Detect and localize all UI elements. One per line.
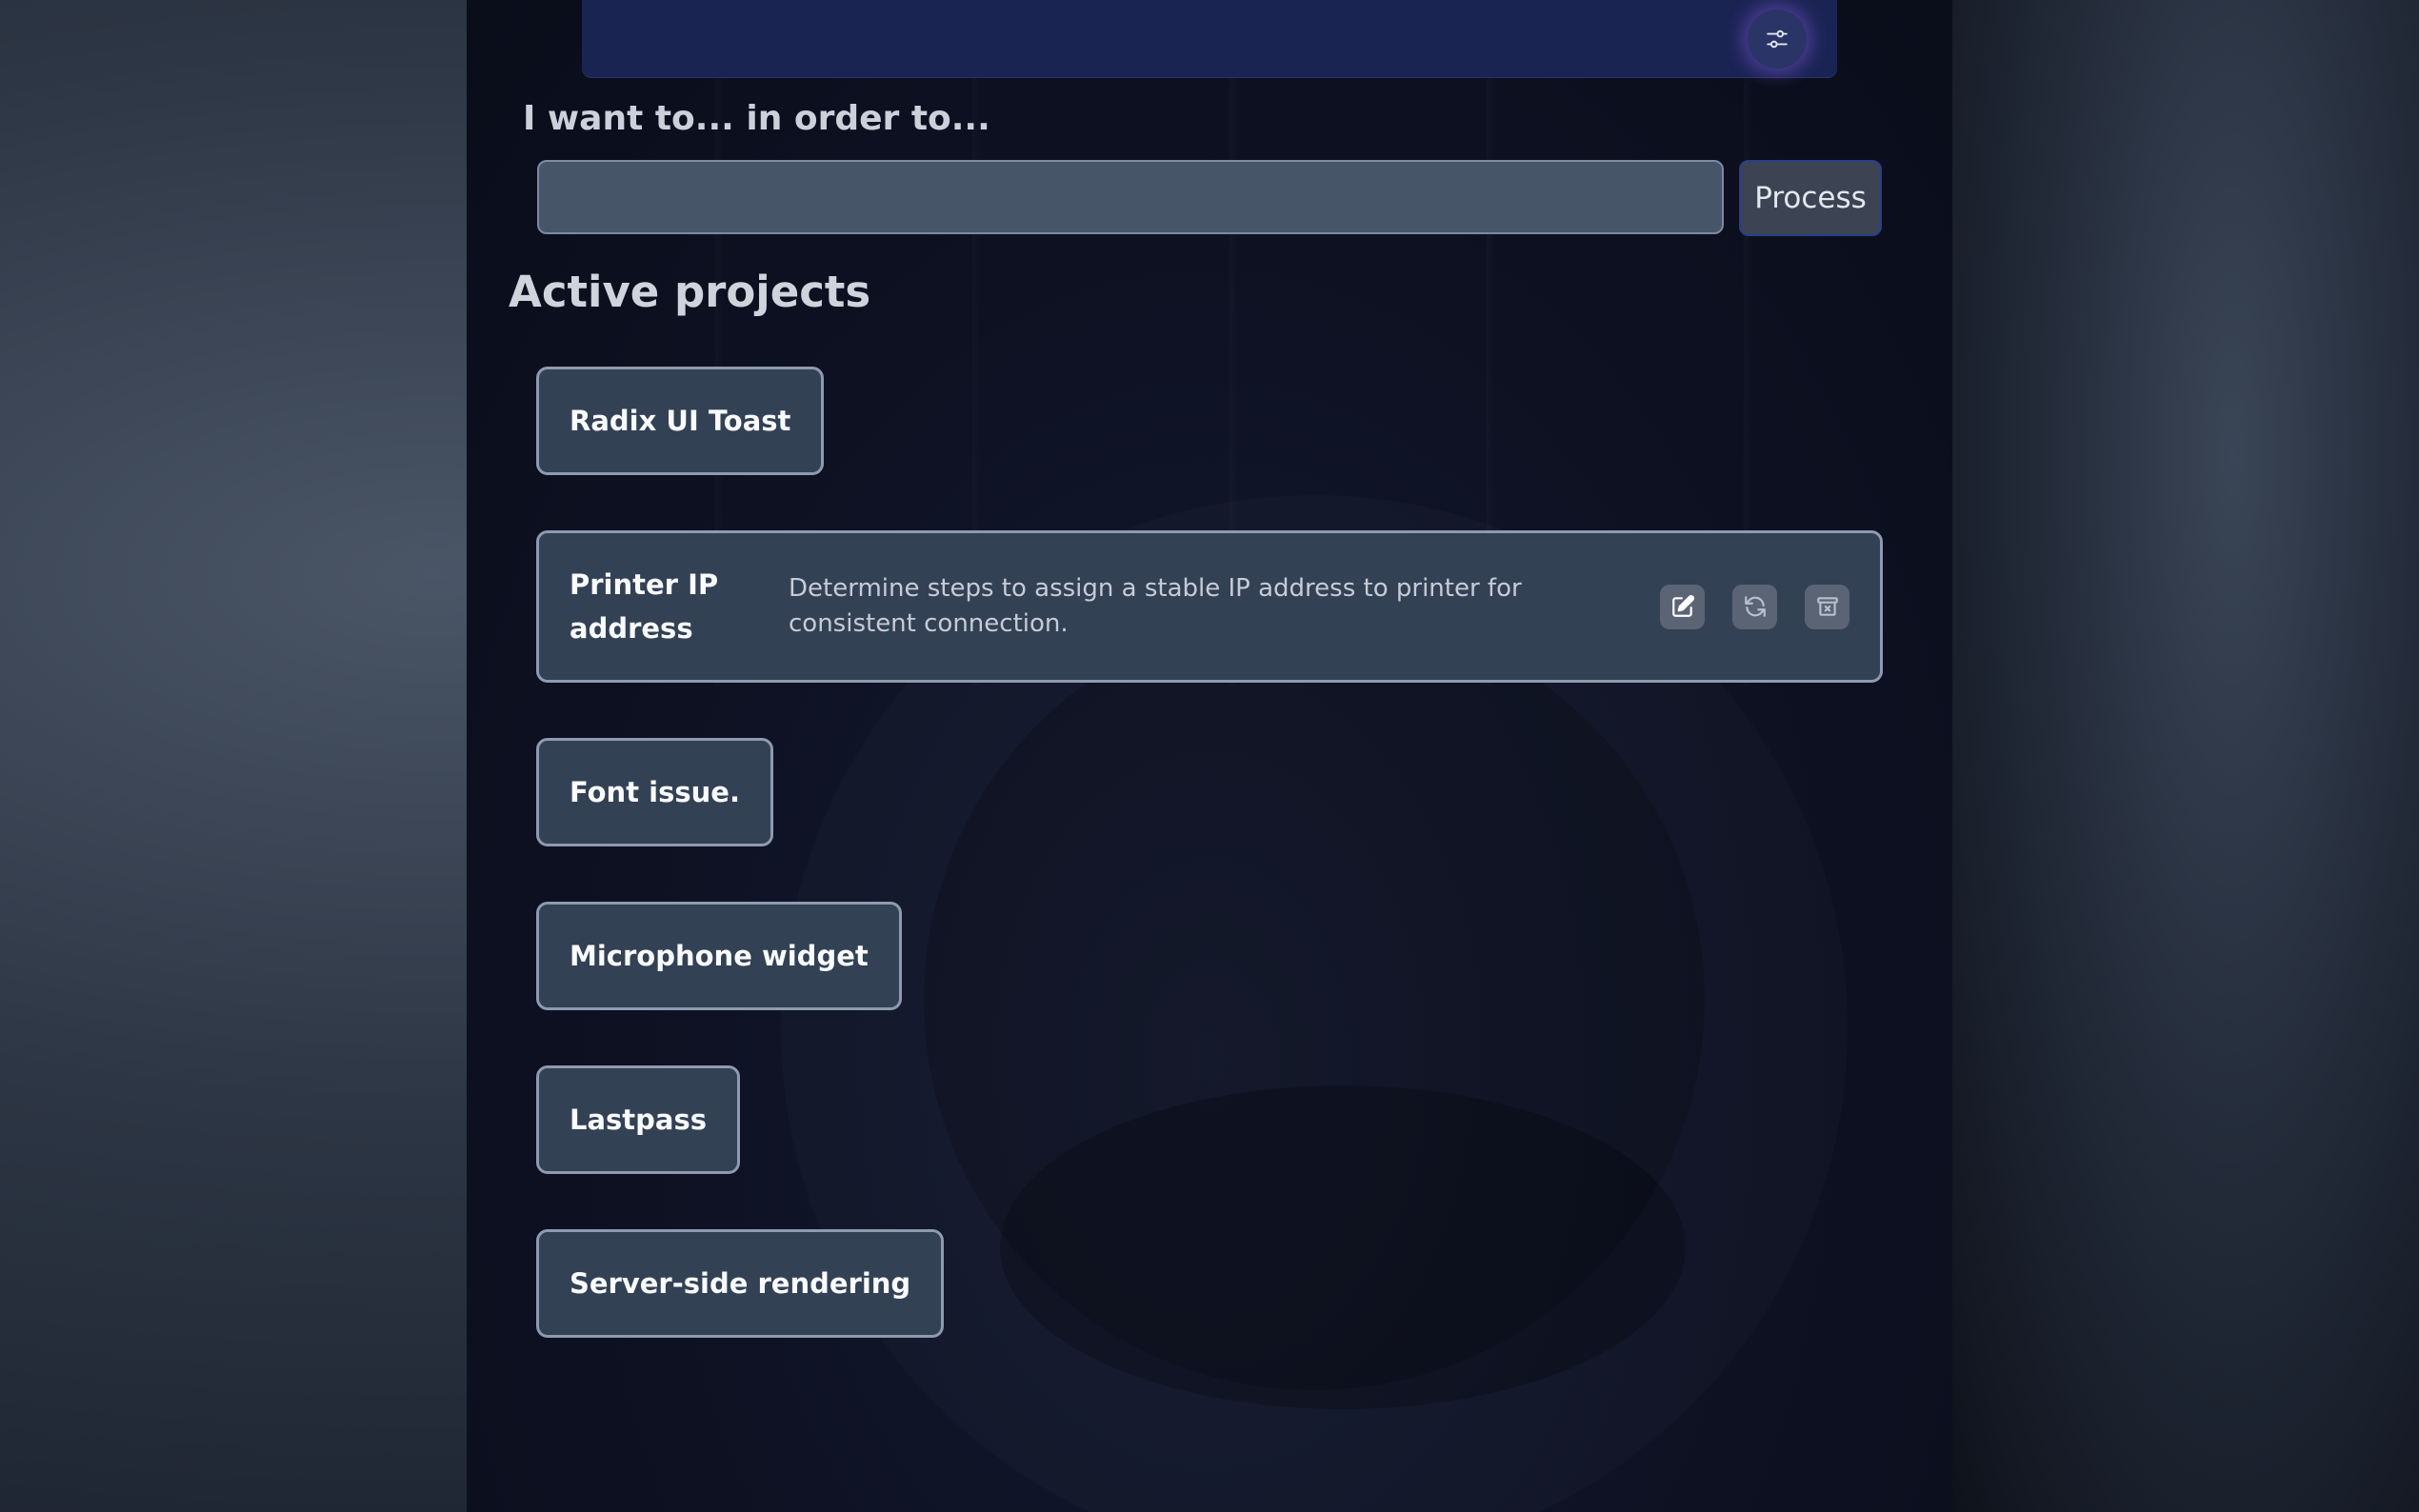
archive-icon [1816, 597, 1838, 616]
project-card[interactable]: Lastpass [536, 1065, 741, 1174]
main-panel: I want to... in order to... Process Acti… [467, 0, 1952, 1512]
project-name: Server-side rendering [570, 1267, 911, 1300]
edit-icon [1671, 595, 1694, 617]
edit-button[interactable] [1660, 584, 1705, 629]
project-card[interactable]: Server-side rendering [536, 1229, 945, 1338]
intent-input[interactable] [537, 160, 1724, 234]
background-right [1952, 0, 2419, 1512]
project-name: Font issue. [570, 776, 740, 808]
project-card[interactable]: Radix UI Toast [536, 367, 825, 475]
sliders-icon [1767, 30, 1788, 49]
project-name: Lastpass [570, 1104, 708, 1136]
top-bar [582, 0, 1837, 78]
filter-button[interactable] [1748, 10, 1807, 69]
project-name: Radix UI Toast [570, 405, 791, 437]
project-list: Radix UI Toast Printer IP address Determ… [536, 367, 1883, 1393]
intent-label: I want to... in order to... [523, 99, 990, 138]
project-name: Printer IP address [570, 568, 719, 645]
project-card-expanded[interactable]: Printer IP address Determine steps to as… [536, 530, 1883, 683]
project-card[interactable]: Font issue. [536, 738, 773, 846]
active-projects-title: Active projects [509, 267, 871, 317]
refresh-icon [1744, 596, 1766, 617]
project-card[interactable]: Microphone widget [536, 902, 902, 1010]
process-button[interactable]: Process [1739, 160, 1882, 236]
project-description: Determine steps to assign a stable IP ad… [789, 574, 1522, 638]
refresh-button[interactable] [1732, 584, 1777, 629]
archive-button[interactable] [1805, 584, 1849, 629]
project-name: Microphone widget [570, 940, 869, 972]
project-actions [1660, 584, 1849, 629]
